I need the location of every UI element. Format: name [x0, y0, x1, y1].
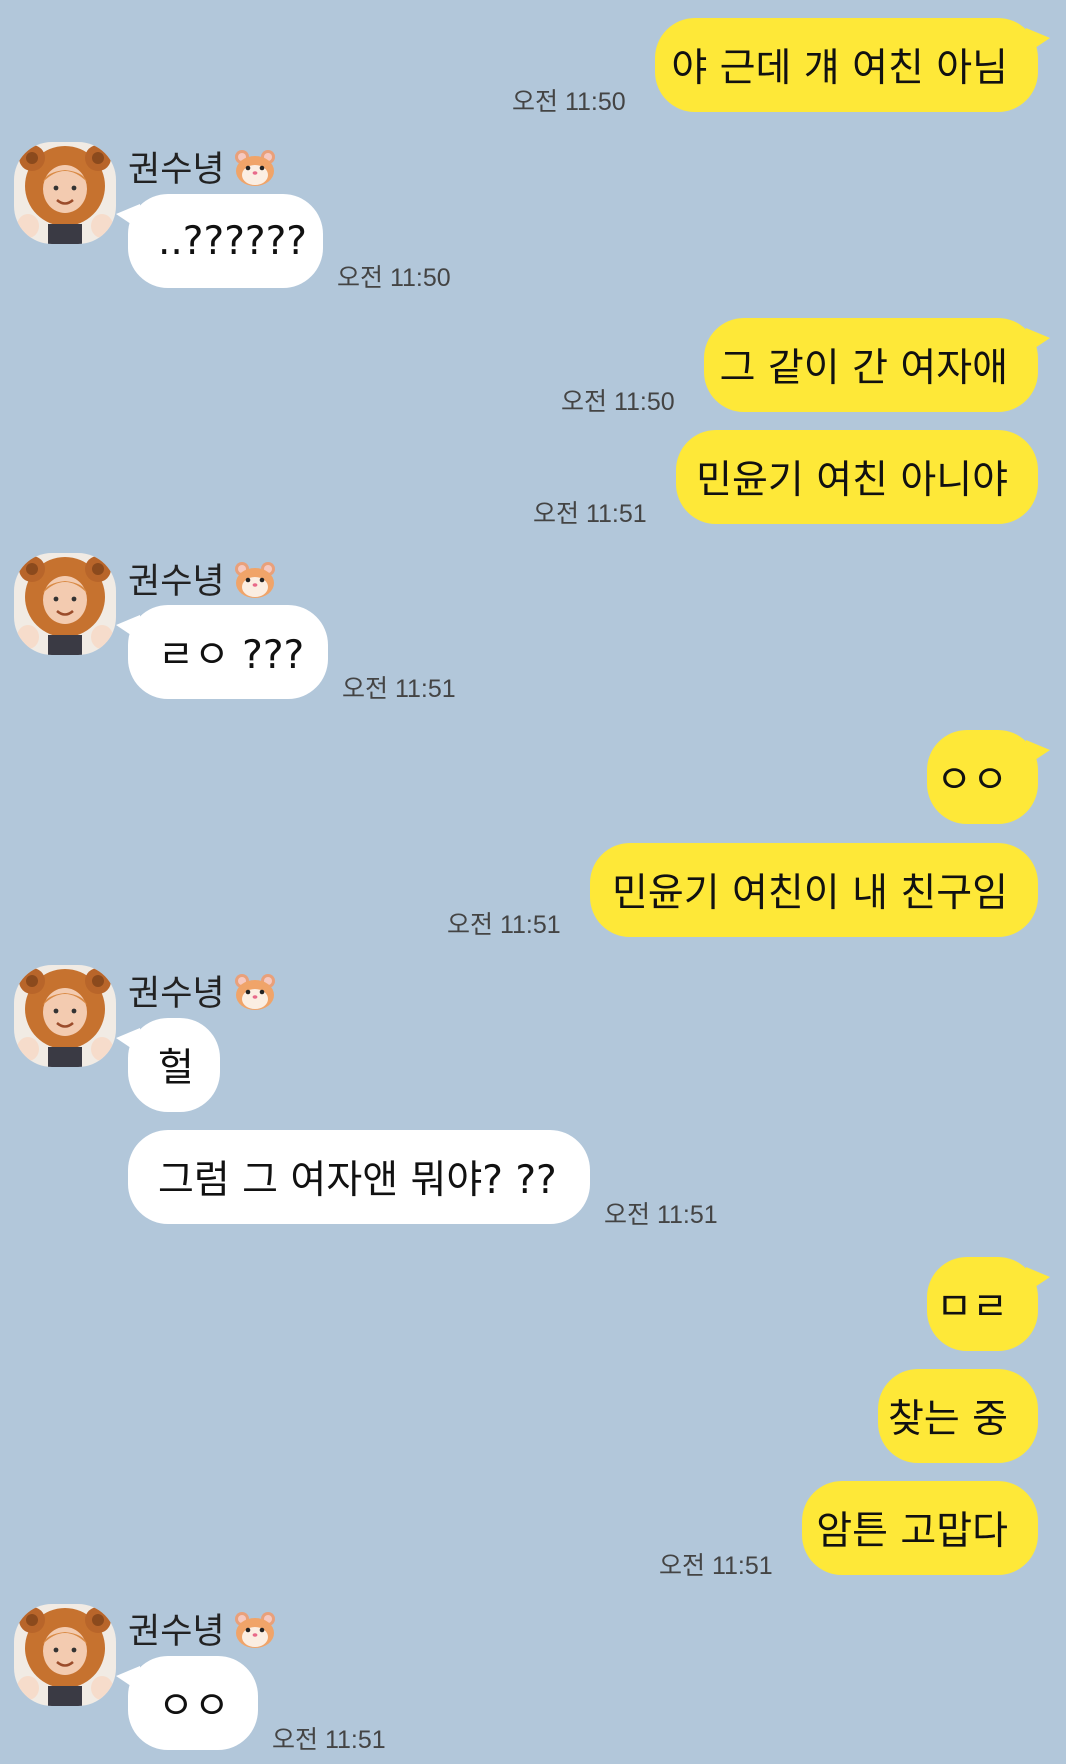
incoming-message-bubble[interactable]: 헐: [116, 1018, 220, 1112]
message-text: ..??????: [158, 218, 307, 264]
lion-costume-avatar: [14, 142, 116, 244]
hamster-emoji-icon: [233, 147, 277, 187]
hamster-emoji-icon: [233, 971, 277, 1011]
hamster-emoji-icon: [233, 559, 277, 599]
message-timestamp: 오전 11:51: [659, 1552, 773, 1580]
contact-name: 권수녕: [128, 965, 277, 1016]
message-text: ㅇㅇ: [936, 758, 1008, 803]
message-text: 민윤기 여친 아니야: [696, 458, 1008, 503]
outgoing-message-bubble[interactable]: 야 근데 걔 여친 아님: [655, 18, 1050, 112]
contact-avatar[interactable]: [14, 553, 116, 655]
contact-avatar[interactable]: [14, 1604, 116, 1706]
outgoing-message-bubble[interactable]: 찾는 중: [878, 1369, 1038, 1463]
incoming-message-bubble[interactable]: 그럼 그 여자앤 뭐야? ??: [128, 1130, 590, 1224]
message-text: 그 같이 간 여자애: [719, 346, 1008, 391]
contact-name-text: 권수녕: [128, 150, 225, 190]
outgoing-message-bubble[interactable]: 그 같이 간 여자애: [704, 318, 1050, 412]
contact-avatar[interactable]: [14, 965, 116, 1067]
message-text: 헐: [158, 1046, 194, 1091]
contact-name-text: 권수녕: [128, 1612, 225, 1652]
outgoing-message-bubble[interactable]: 민윤기 여친 아니야: [676, 430, 1038, 524]
contact-name-text: 권수녕: [128, 974, 225, 1014]
message-text: 그럼 그 여자앤 뭐야? ??: [158, 1158, 557, 1203]
hamster-emoji-icon: [233, 1609, 277, 1649]
message-timestamp: 오전 11:50: [337, 264, 451, 292]
message-timestamp: 오전 11:51: [447, 911, 561, 939]
contact-name-text: 권수녕: [128, 562, 225, 602]
message-timestamp: 오전 11:50: [561, 388, 675, 416]
message-text: ㅁㄹ: [936, 1285, 1008, 1330]
message-timestamp: 오전 11:51: [272, 1726, 386, 1754]
contact-name: 권수녕: [128, 553, 277, 604]
lion-costume-avatar: [14, 553, 116, 655]
message-text: 야 근데 걔 여친 아님: [671, 46, 1008, 91]
message-timestamp: 오전 11:51: [604, 1201, 718, 1229]
outgoing-message-bubble[interactable]: 민윤기 여친이 내 친구임: [590, 843, 1038, 937]
contact-name: 권수녕: [128, 1603, 277, 1654]
chat-screen: { "contact": { "name": "권수녕", "name_icon…: [0, 0, 1066, 1764]
contact-name: 권수녕: [128, 141, 277, 192]
outgoing-message-bubble[interactable]: ㅁㄹ: [927, 1257, 1050, 1351]
message-text: 민윤기 여친이 내 친구임: [612, 871, 1008, 916]
lion-costume-avatar: [14, 1604, 116, 1706]
message-text: 찾는 중: [887, 1397, 1008, 1442]
message-text: ㄹㅇ ???: [158, 633, 305, 678]
message-text: 암튼 고맙다: [816, 1509, 1008, 1554]
lion-costume-avatar: [14, 965, 116, 1067]
message-timestamp: 오전 11:50: [512, 88, 626, 116]
message-text: ㅇㅇ: [158, 1684, 230, 1729]
contact-avatar[interactable]: [14, 142, 116, 244]
incoming-message-bubble[interactable]: ㄹㅇ ???: [116, 605, 328, 699]
outgoing-message-bubble[interactable]: ㅇㅇ: [927, 730, 1050, 824]
incoming-message-bubble[interactable]: ㅇㅇ: [116, 1656, 258, 1750]
message-timestamp: 오전 11:51: [342, 675, 456, 703]
incoming-message-bubble[interactable]: ..??????: [116, 194, 323, 288]
message-timestamp: 오전 11:51: [533, 500, 647, 528]
outgoing-message-bubble[interactable]: 암튼 고맙다: [802, 1481, 1038, 1575]
